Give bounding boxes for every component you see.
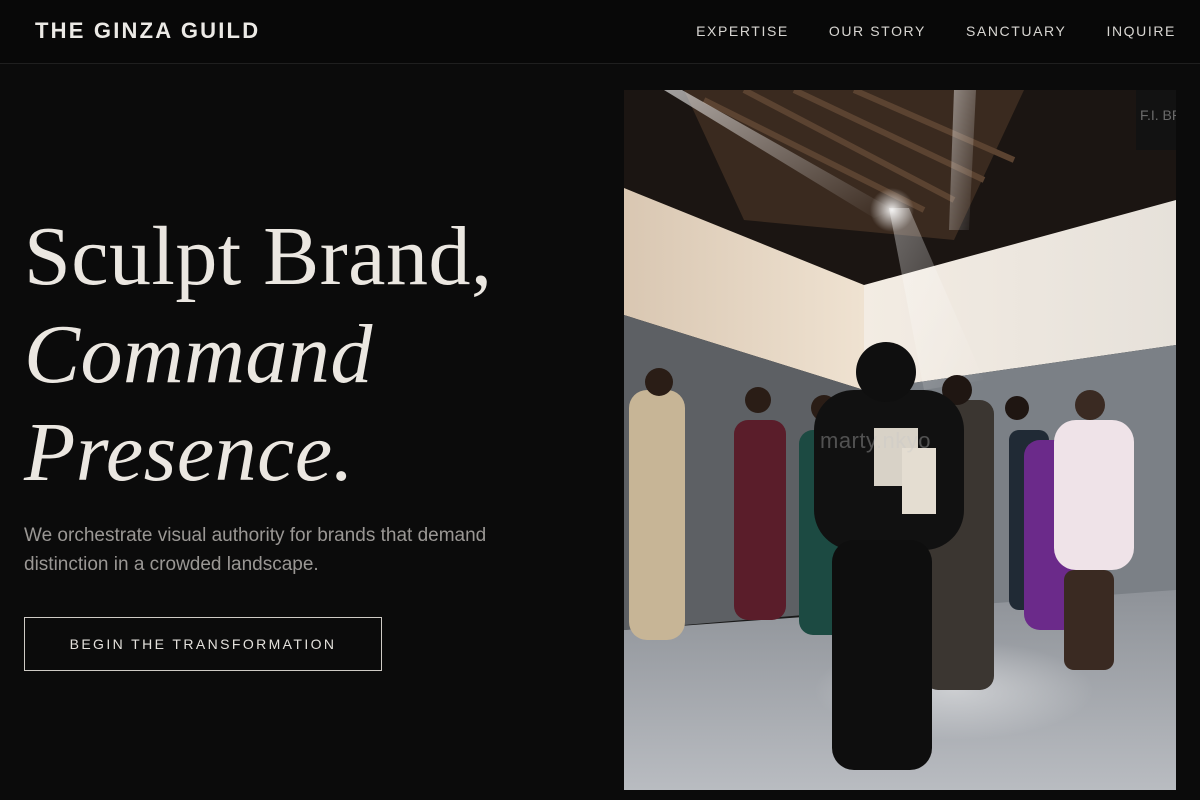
nav-link-expertise[interactable]: EXPERTISE xyxy=(696,23,789,39)
wall-sign-text: F.I. BRA xyxy=(1140,107,1176,123)
photo-watermark: marty.nkyo xyxy=(820,428,931,453)
begin-transformation-button[interactable]: BEGIN THE TRANSFORMATION xyxy=(24,617,382,671)
hero-title: Sculpt Brand, Command Presence. xyxy=(24,208,584,502)
brand-logo[interactable]: THE GINZA GUILD xyxy=(35,18,260,44)
hero-title-line-1: Sculpt Brand, xyxy=(24,210,493,303)
nav-link-sanctuary[interactable]: SANCTUARY xyxy=(966,23,1067,39)
main-nav: EXPERTISE OUR STORY SANCTUARY INQUIRE xyxy=(696,23,1176,39)
nav-link-our-story[interactable]: OUR STORY xyxy=(829,23,926,39)
hero-title-line-3: Presence. xyxy=(24,406,355,499)
hero-subtitle: We orchestrate visual authority for bran… xyxy=(24,525,487,575)
nav-link-inquire[interactable]: INQUIRE xyxy=(1106,23,1176,39)
site-header: THE GINZA GUILD EXPERTISE OUR STORY SANC… xyxy=(0,0,1200,64)
hero-title-line-2: Command xyxy=(24,308,373,401)
